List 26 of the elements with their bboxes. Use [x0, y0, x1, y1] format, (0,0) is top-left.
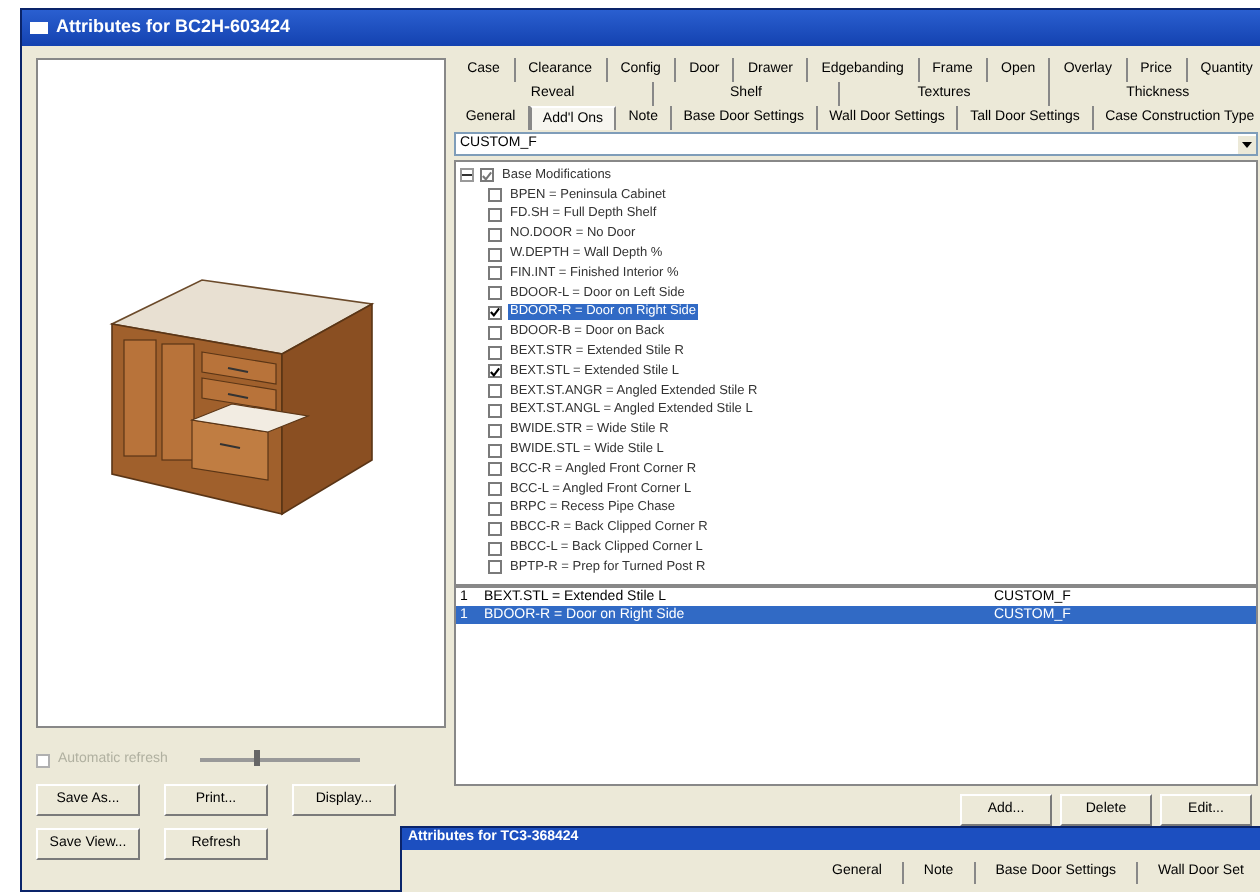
checkbox[interactable] [488, 188, 502, 203]
checkbox[interactable] [488, 423, 502, 438]
checkbox[interactable] [488, 325, 502, 340]
checkbox[interactable] [488, 482, 502, 497]
checkbox[interactable] [488, 462, 502, 477]
checkbox[interactable] [488, 541, 502, 556]
checkbox[interactable] [488, 521, 502, 536]
checkbox[interactable] [480, 168, 494, 183]
checkbox[interactable] [488, 227, 502, 242]
checkbox[interactable] [488, 266, 502, 281]
slider-thumb[interactable] [253, 750, 260, 766]
checkbox[interactable] [488, 305, 502, 320]
checkbox[interactable] [488, 443, 502, 458]
checkbox[interactable] [488, 345, 502, 360]
checkbox[interactable] [488, 207, 502, 222]
checkbox[interactable] [488, 247, 502, 262]
expander-icon[interactable] [460, 168, 474, 183]
checkbox[interactable] [488, 364, 502, 379]
window-icon [30, 22, 48, 34]
checkbox[interactable] [488, 403, 502, 418]
checkbox[interactable] [488, 384, 502, 399]
checkbox[interactable] [488, 501, 502, 516]
window-title: Attributes for BC2H-603424 [56, 14, 291, 41]
dropdown-arrow-icon[interactable] [1238, 135, 1256, 153]
checkbox[interactable] [488, 286, 502, 301]
checkbox[interactable] [488, 560, 502, 575]
